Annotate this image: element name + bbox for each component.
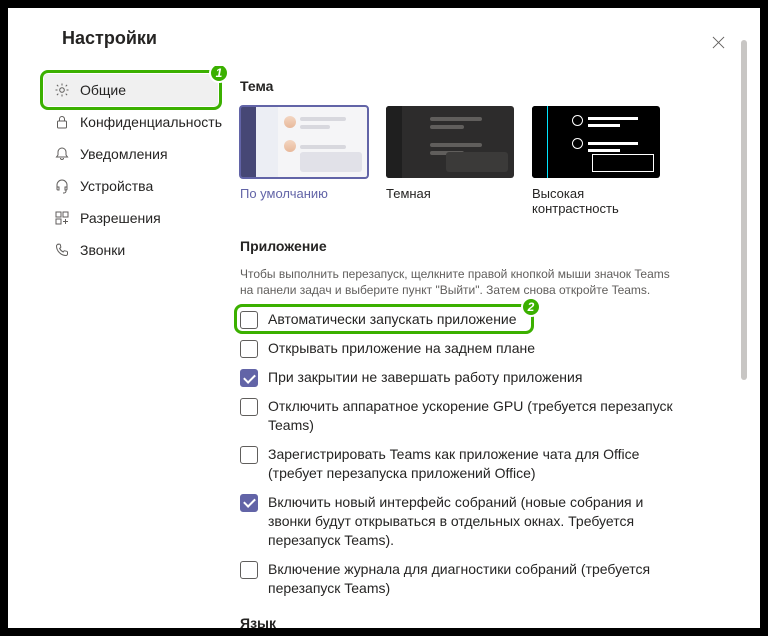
scrollbar-thumb[interactable]	[741, 40, 747, 380]
checkbox-input[interactable]	[240, 311, 258, 329]
checkbox-keep-running[interactable]: При закрытии не завершать работу приложе…	[240, 368, 740, 387]
sidebar-item-general[interactable]: Общие 1	[44, 74, 218, 106]
checkbox-input[interactable]	[240, 398, 258, 416]
checkbox-label: Включение журнала для диагностики собран…	[268, 560, 678, 598]
sidebar-item-notifications[interactable]: Уведомления	[44, 138, 218, 170]
sidebar-item-label: Конфиденциальность	[80, 114, 222, 130]
sidebar-item-devices[interactable]: Устройства	[44, 170, 218, 202]
sidebar-item-calls[interactable]: Звонки	[44, 234, 218, 266]
theme-preview-high-contrast	[532, 106, 660, 178]
sidebar-item-label: Устройства	[80, 178, 153, 194]
checkbox-meeting-diagnostics-log[interactable]: Включение журнала для диагностики собран…	[240, 560, 740, 598]
close-button[interactable]	[704, 28, 732, 56]
close-icon	[712, 36, 725, 49]
checkbox-label: При закрытии не завершать работу приложе…	[268, 368, 582, 387]
checkbox-disable-gpu[interactable]: Отключить аппаратное ускорение GPU (треб…	[240, 397, 740, 435]
checkbox-new-meeting-experience[interactable]: Включить новый интерфейс собраний (новые…	[240, 493, 740, 550]
checkbox-label: Отключить аппаратное ускорение GPU (треб…	[268, 397, 678, 435]
sidebar: Общие 1 Конфиденциальность Уведомления	[8, 66, 218, 628]
theme-label: Высокая контрастность	[532, 186, 660, 216]
checkbox-input[interactable]	[240, 340, 258, 358]
sidebar-item-permissions[interactable]: Разрешения	[44, 202, 218, 234]
main-panel: Тема По умолчанию	[218, 66, 760, 628]
sidebar-item-label: Общие	[80, 82, 126, 98]
checkbox-open-background[interactable]: Открывать приложение на заднем плане	[240, 339, 740, 358]
theme-default[interactable]: По умолчанию	[240, 106, 368, 216]
body: Общие 1 Конфиденциальность Уведомления	[8, 66, 760, 628]
theme-preview-default	[240, 106, 368, 178]
header: Настройки	[8, 8, 760, 66]
checkbox-input[interactable]	[240, 446, 258, 464]
checkbox-auto-start[interactable]: Автоматически запускать приложение 2	[240, 310, 740, 329]
headset-icon	[54, 178, 70, 194]
checkbox-label: Включить новый интерфейс собраний (новые…	[268, 493, 678, 550]
theme-high-contrast[interactable]: Высокая контрастность	[532, 106, 660, 216]
checkbox-input[interactable]	[240, 561, 258, 579]
theme-dark[interactable]: Темная	[386, 106, 514, 216]
scrollbar[interactable]	[741, 40, 747, 596]
theme-label: По умолчанию	[240, 186, 368, 201]
apps-icon	[54, 210, 70, 226]
checkbox-input[interactable]	[240, 494, 258, 512]
sidebar-item-privacy[interactable]: Конфиденциальность	[44, 106, 218, 138]
lock-icon	[54, 114, 70, 130]
theme-label: Темная	[386, 186, 514, 201]
checkbox-input[interactable]	[240, 369, 258, 387]
phone-icon	[54, 242, 70, 258]
theme-preview-dark	[386, 106, 514, 178]
checkbox-label: Автоматически запускать приложение	[268, 310, 517, 329]
sidebar-item-label: Разрешения	[80, 210, 161, 226]
checkbox-label: Открывать приложение на заднем плане	[268, 339, 535, 358]
sidebar-item-label: Уведомления	[80, 146, 168, 162]
settings-window: Настройки Общие 1 Конфиденциальность	[8, 8, 760, 628]
application-section: Приложение Чтобы выполнить перезапуск, щ…	[240, 238, 740, 597]
theme-options: По умолчанию Темная	[240, 106, 740, 216]
page-title: Настройки	[62, 28, 157, 49]
checkbox-register-office-chat[interactable]: Зарегистрировать Teams как приложение ча…	[240, 445, 740, 483]
theme-heading: Тема	[240, 78, 740, 94]
bell-icon	[54, 146, 70, 162]
application-heading: Приложение	[240, 238, 740, 254]
annotation-badge-2: 2	[521, 297, 541, 317]
checkbox-label: Зарегистрировать Teams как приложение ча…	[268, 445, 678, 483]
language-heading: Язык	[240, 615, 740, 628]
sidebar-item-label: Звонки	[80, 242, 125, 258]
application-description: Чтобы выполнить перезапуск, щелкните пра…	[240, 266, 680, 298]
gear-icon	[54, 82, 70, 98]
